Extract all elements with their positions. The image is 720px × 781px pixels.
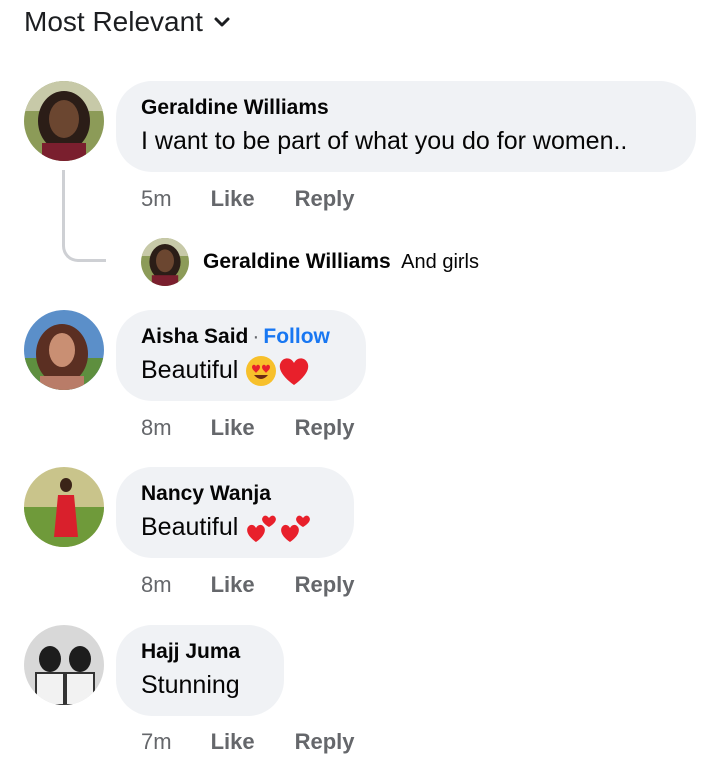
reply-button[interactable]: Reply bbox=[295, 186, 355, 212]
two-hearts-emoji bbox=[281, 515, 311, 543]
comment-actions: 8m Like Reply bbox=[141, 415, 355, 441]
comment-text: Stunning bbox=[141, 671, 240, 699]
comment-actions: 8m Like Reply bbox=[141, 572, 355, 598]
reply-button[interactable]: Reply bbox=[295, 729, 355, 755]
comment-time[interactable]: 5m bbox=[141, 186, 172, 212]
commenter-name[interactable]: Aisha Said bbox=[141, 325, 248, 348]
like-button[interactable]: Like bbox=[211, 186, 255, 212]
comment-text: Beautiful bbox=[141, 356, 239, 384]
like-button[interactable]: Like bbox=[211, 729, 255, 755]
sort-label: Most Relevant bbox=[24, 6, 203, 37]
commenter-name[interactable]: Nancy Wanja bbox=[141, 481, 328, 507]
like-button[interactable]: Like bbox=[211, 415, 255, 441]
comment-bubble: Geraldine Williams I want to be part of … bbox=[116, 81, 696, 172]
heart-eyes-emoji bbox=[246, 356, 277, 387]
comment-actions: 7m Like Reply bbox=[141, 729, 355, 755]
comment-time[interactable]: 7m bbox=[141, 729, 172, 755]
sort-dropdown[interactable]: Most Relevant bbox=[24, 4, 231, 40]
comment-bubble: Nancy Wanja Beautiful bbox=[116, 467, 354, 558]
commenter-name[interactable]: Geraldine Williams bbox=[141, 95, 670, 121]
reply-button[interactable]: Reply bbox=[295, 572, 355, 598]
commenter-name[interactable]: Hajj Juma bbox=[141, 639, 258, 665]
like-button[interactable]: Like bbox=[211, 572, 255, 598]
avatar[interactable] bbox=[24, 81, 104, 161]
thread-connector bbox=[62, 170, 106, 262]
chevron-down-icon bbox=[214, 17, 230, 27]
follow-button[interactable]: Follow bbox=[263, 325, 330, 348]
reply-author[interactable]: Geraldine Williams bbox=[203, 250, 391, 273]
avatar[interactable] bbox=[24, 467, 104, 547]
comment-bubble: Hajj Juma Stunning bbox=[116, 625, 284, 716]
red-heart-emoji bbox=[280, 358, 309, 386]
comment-text: I want to be part of what you do for wom… bbox=[141, 127, 628, 155]
comment-actions: 5m Like Reply bbox=[141, 186, 355, 212]
reply-text: And girls bbox=[401, 251, 479, 273]
reply-preview[interactable]: Geraldine Williams And girls bbox=[141, 238, 479, 286]
comment-time[interactable]: 8m bbox=[141, 415, 172, 441]
comment-text: Beautiful bbox=[141, 513, 239, 541]
avatar bbox=[141, 238, 189, 286]
two-hearts-emoji bbox=[247, 515, 277, 543]
avatar[interactable] bbox=[24, 310, 104, 390]
comment-time[interactable]: 8m bbox=[141, 572, 172, 598]
reply-button[interactable]: Reply bbox=[295, 415, 355, 441]
avatar[interactable] bbox=[24, 625, 104, 705]
comment-bubble: Aisha Said · Follow Beautiful bbox=[116, 310, 366, 401]
name-separator: · bbox=[252, 325, 260, 348]
